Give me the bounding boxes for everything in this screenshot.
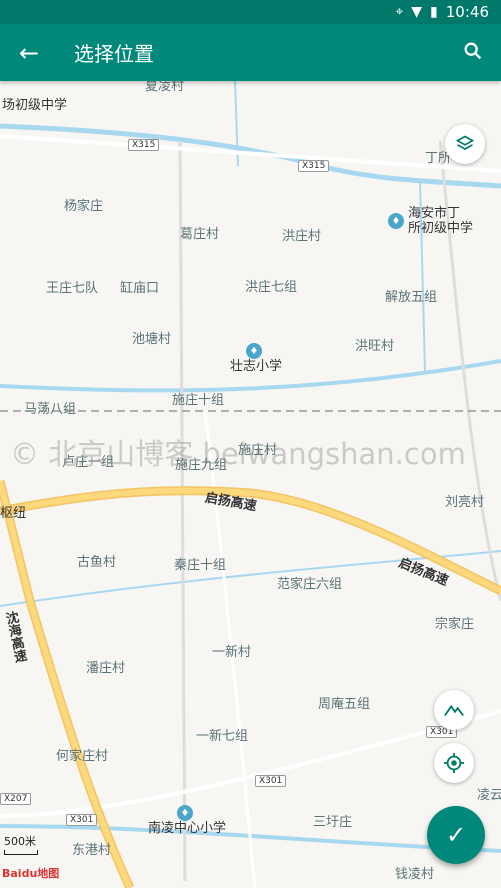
place-label: 三圩庄	[313, 815, 353, 830]
place-label: 夏凌村	[145, 81, 185, 94]
map-scale: 500米	[4, 833, 38, 855]
layers-icon	[455, 135, 475, 150]
place-label: 东港村	[72, 843, 112, 858]
school-poi[interactable]: ♦ 壮志小学	[230, 343, 282, 374]
place-label: 周庵五组	[318, 697, 371, 712]
place-label: 枢纽	[0, 506, 27, 521]
school-icon: ♦	[246, 343, 262, 359]
place-label: 马荡八组	[24, 402, 77, 417]
wifi-icon: ▼	[411, 4, 423, 20]
app-bar: ← 选择位置	[0, 24, 501, 81]
confirm-location-button[interactable]: ✓	[427, 806, 485, 864]
location-icon: ⌖	[395, 4, 404, 20]
place-label: 秦庄十组	[174, 558, 227, 573]
terrain-button[interactable]	[434, 690, 474, 730]
page-title: 选择位置	[74, 42, 154, 66]
place-label: 王庄七队	[46, 281, 99, 296]
my-location-icon	[443, 752, 465, 774]
back-button[interactable]: ←	[0, 39, 58, 67]
check-icon: ✓	[445, 821, 467, 849]
place-label: 一新七组	[196, 729, 249, 744]
status-time: 10:46	[445, 3, 489, 21]
place-label: 杨家庄	[64, 199, 104, 214]
place-label: 葛庄村	[180, 227, 220, 242]
place-label: 钱凌村	[395, 867, 435, 882]
place-label: 洪旺村	[355, 339, 395, 354]
place-label: 一新村	[212, 645, 252, 660]
baidu-logo: Baidu地图	[2, 867, 60, 880]
place-label: 何家庄村	[56, 749, 109, 764]
search-icon	[464, 42, 482, 59]
school-poi[interactable]: ♦ 海安市丁 所初级中学	[388, 206, 473, 236]
place-label: 宗家庄	[435, 617, 475, 632]
place-label: 池塘村	[132, 332, 172, 347]
place-label: 施庄十组	[172, 393, 225, 408]
place-label: 场初级中学	[2, 98, 68, 113]
school-icon: ♦	[177, 805, 193, 821]
search-button[interactable]	[445, 40, 501, 66]
status-bar: ⌖ ▼ ▮ 10:46	[0, 0, 501, 24]
place-label: 范家庄六组	[277, 577, 343, 592]
place-label: 古鱼村	[77, 555, 117, 570]
place-label: 洪庄七组	[245, 280, 298, 295]
layers-button[interactable]	[445, 124, 485, 164]
my-location-button[interactable]	[434, 743, 474, 783]
terrain-icon	[444, 704, 464, 717]
road-shield: X315	[128, 139, 160, 151]
arrow-back-icon: ←	[18, 38, 40, 67]
place-label: 刘亮村	[445, 495, 485, 510]
place-label: 潘庄村	[86, 661, 126, 676]
map-view[interactable]: 场初级中学 夏凌村 丁所 杨家庄 葛庄村 洪庄村 王庄七队 缸庙口 洪庄七组 解…	[0, 81, 501, 888]
road-shield: X207	[0, 793, 32, 805]
road-shield: X301	[255, 775, 287, 787]
place-label: 缸庙口	[120, 281, 160, 296]
road-shield: X301	[66, 814, 98, 826]
school-icon: ♦	[388, 213, 404, 229]
place-label: 洪庄村	[282, 229, 322, 244]
road-shield: X315	[298, 160, 330, 172]
place-label: 解放五组	[385, 290, 438, 305]
place-label: 凌云	[477, 788, 501, 803]
school-poi[interactable]: ♦ 南凌中心小学	[148, 805, 226, 836]
watermark: © 北京山博客 beiwangshan.com	[10, 437, 466, 471]
battery-icon: ▮	[430, 4, 438, 20]
